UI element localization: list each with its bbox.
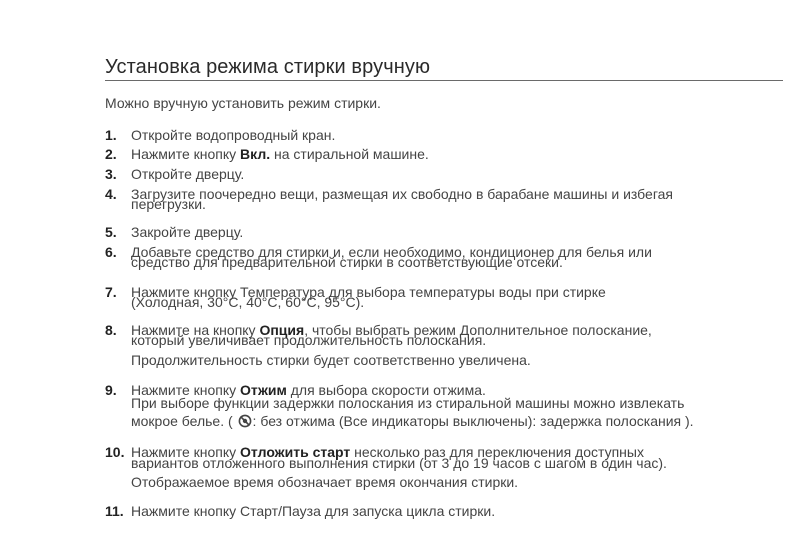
step-line: Продолжительность стирки будет соответст… xyxy=(131,352,531,368)
page-title: Установка режима стирки вручную xyxy=(105,56,431,78)
step-number: 7. xyxy=(105,284,117,300)
step-number: 1. xyxy=(105,127,117,143)
step-number: 8. xyxy=(105,322,117,338)
step-number: 4. xyxy=(105,186,117,202)
step-line: Нажмите кнопку Вкл. на стиральной машине… xyxy=(131,146,429,162)
step-number: 3. xyxy=(105,166,117,182)
step-number: 9. xyxy=(105,382,117,398)
step-line: перегрузки. xyxy=(131,196,206,212)
step-line: Закройте дверцу. xyxy=(131,224,244,240)
step-line: При выборе функции задержки полоскания и… xyxy=(131,395,685,411)
step-line: средство для предварительной стирки в со… xyxy=(131,254,563,270)
step-number: 2. xyxy=(105,146,117,162)
step-line: вариантов отложенного выполнения стирки … xyxy=(131,455,667,471)
step-number: 6. xyxy=(105,244,117,260)
title-rule xyxy=(105,80,783,81)
step-line: Загрузите поочередно вещи, размещая их с… xyxy=(131,186,673,202)
step-line: (Холодная, 30°C, 40°C, 60°C, 95°C). xyxy=(131,294,365,310)
step-line: Откройте водопроводный кран. xyxy=(131,127,336,143)
step-line: Нажмите кнопку Старт/Пауза для запуска ц… xyxy=(131,503,496,519)
step-number: 5. xyxy=(105,224,117,240)
step-number: 11. xyxy=(105,503,124,519)
no-spin-icon xyxy=(238,414,252,428)
step-line: мокрое белье. ( : без отжима (Все индика… xyxy=(131,413,694,429)
step-number: 10. xyxy=(105,444,125,460)
intro-text: Можно вручную установить режим стирки. xyxy=(105,95,381,111)
step-line: который увеличивает продолжительность по… xyxy=(131,332,487,348)
step-line: Откройте дверцу. xyxy=(131,166,245,182)
step-line: Отображаемое время обозначает время окон… xyxy=(131,474,519,490)
